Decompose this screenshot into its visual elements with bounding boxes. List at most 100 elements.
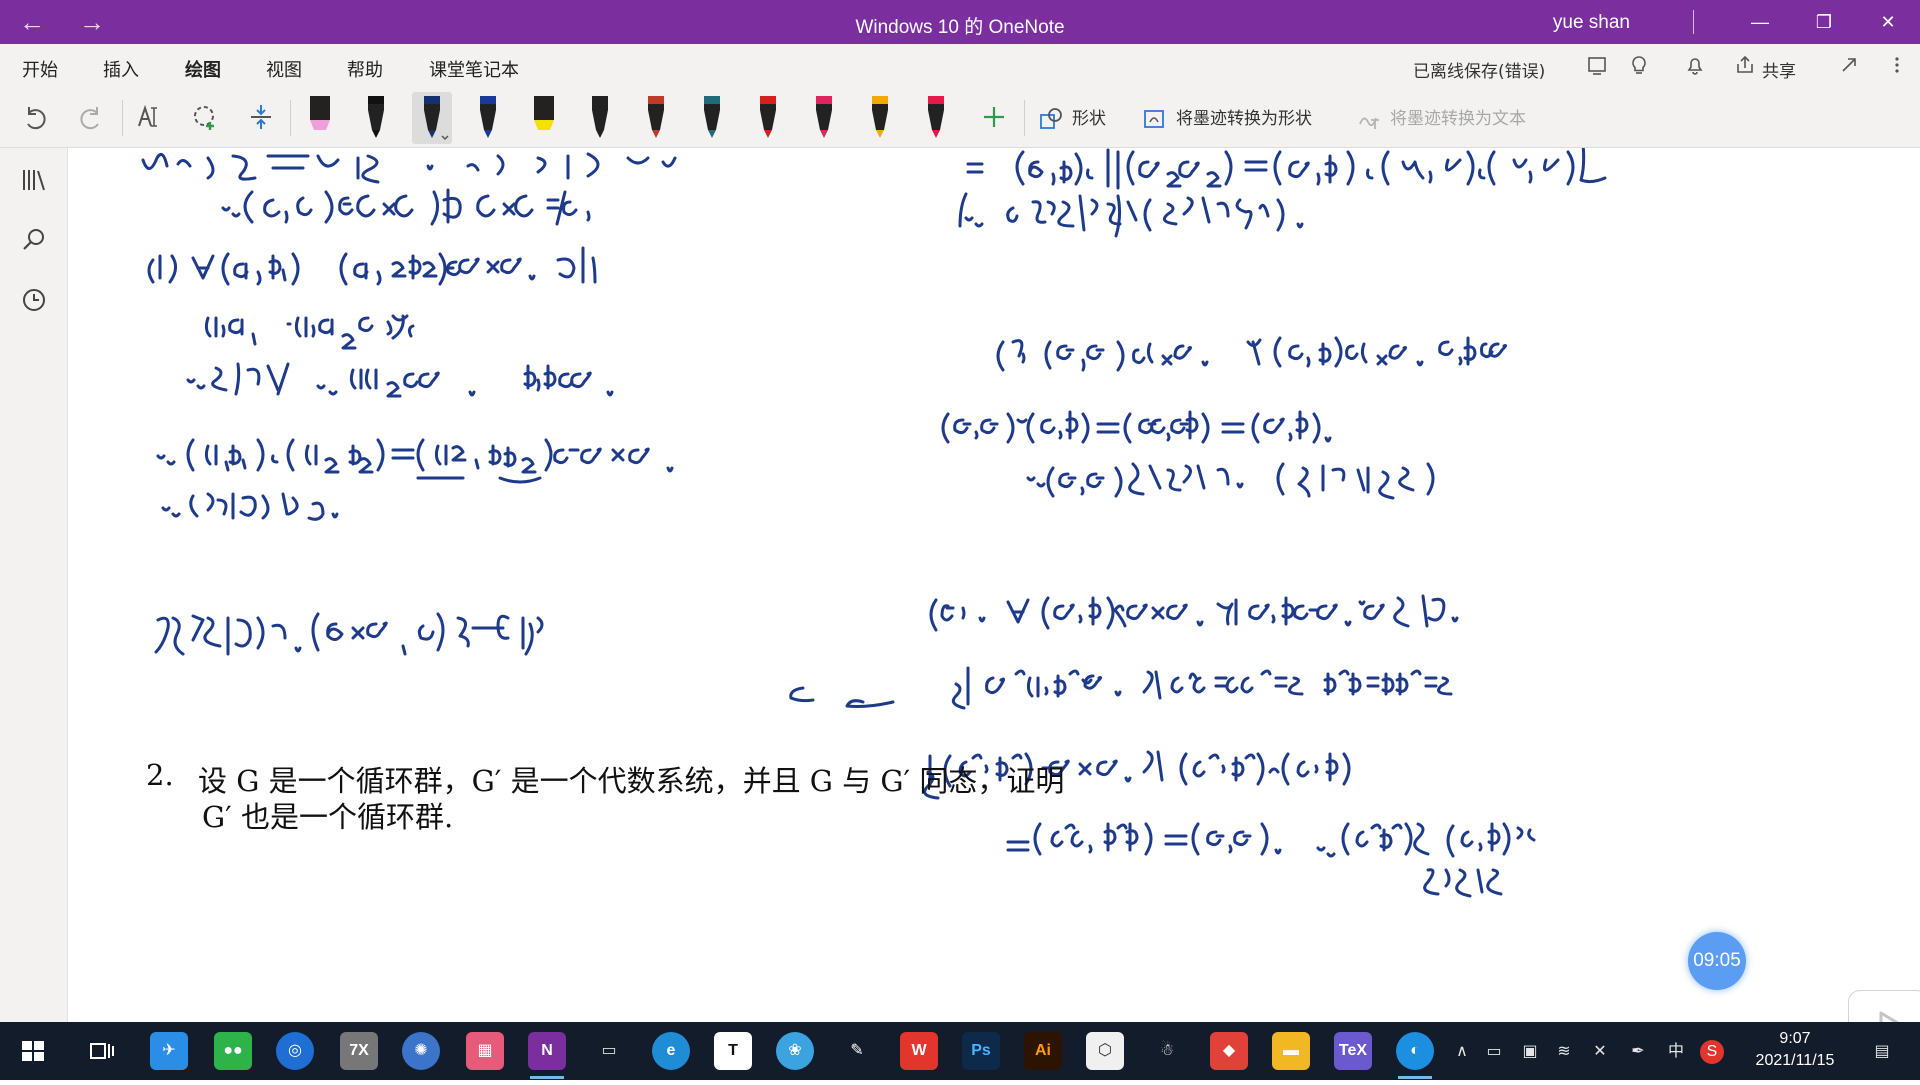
title-separator: [1693, 10, 1694, 34]
pen-icon[interactable]: [412, 92, 452, 144]
fullscreen-icon[interactable]: [1584, 54, 1610, 80]
tray-device-icon[interactable]: ▭: [1482, 1040, 1506, 1064]
windows-taskbar: ✈ ●● ◎ 7X ✺ ▦ N ▭ e T ❀ ✎ W Ps Ai ⬡ ☃ ◆ …: [0, 1022, 1920, 1080]
tab-class-notebook[interactable]: 课堂笔记本: [429, 56, 519, 82]
pen-icon[interactable]: [636, 92, 676, 144]
task-view-icon[interactable]: [82, 1032, 120, 1070]
tab-home[interactable]: 开始: [22, 56, 58, 82]
back-arrow-icon[interactable]: ←: [10, 8, 54, 38]
app-icon[interactable]: ✎: [838, 1032, 876, 1070]
share-icon[interactable]: [1732, 54, 1758, 80]
toolbar-divider: [1024, 100, 1025, 136]
shapes-label: 形状: [1072, 109, 1106, 129]
tab-draw[interactable]: 绘图: [185, 56, 221, 92]
forward-arrow-icon[interactable]: →: [70, 8, 114, 38]
app-icon[interactable]: ✺: [402, 1032, 440, 1070]
notebooks-icon[interactable]: [18, 164, 50, 196]
ink-to-shape-label: 将墨迹转换为形状: [1176, 109, 1312, 129]
qq-app-icon[interactable]: ☃: [1148, 1032, 1186, 1070]
tray-chevron-icon[interactable]: ∧: [1450, 1040, 1474, 1064]
wifi-icon[interactable]: ≋: [1552, 1040, 1576, 1064]
edge-app-icon[interactable]: e: [652, 1032, 690, 1070]
lightbulb-icon[interactable]: [1626, 54, 1652, 80]
wechat-app-icon[interactable]: ●●: [214, 1032, 252, 1070]
browser-app-icon[interactable]: ◎: [276, 1032, 314, 1070]
highlighter-icon[interactable]: [524, 92, 564, 144]
pen-icon[interactable]: ✒: [1626, 1040, 1650, 1064]
expand-icon[interactable]: [1836, 54, 1862, 80]
pencil-icon[interactable]: [580, 92, 620, 144]
title-bar: ← → Windows 10 的 OneNote yue shan — ❐ ✕: [0, 0, 1920, 44]
tex-app-icon[interactable]: TeX: [1334, 1032, 1372, 1070]
handwritten-ink: [141, 148, 1607, 898]
bell-icon[interactable]: [1682, 54, 1708, 80]
pen-icon[interactable]: [916, 92, 956, 144]
add-pen-icon[interactable]: [977, 102, 1011, 136]
pen-icon[interactable]: [748, 92, 788, 144]
undo-icon[interactable]: [18, 102, 52, 136]
video-timer-badge[interactable]: 09:05: [1688, 932, 1746, 990]
pen-icon[interactable]: [468, 92, 508, 144]
recent-notes-icon[interactable]: [18, 284, 50, 316]
user-name[interactable]: yue shan: [1553, 12, 1630, 34]
problem-line-2: G′ 也是一个循环群.: [202, 800, 454, 834]
note-canvas[interactable]: 2. 设 G 是一个循环群，G′ 是一个代数系统，并且 G 与 G′ 同态，证明…: [68, 148, 1920, 1022]
clock-date: 2021/11/15: [1755, 1052, 1835, 1069]
app-icon[interactable]: ⬡: [1086, 1032, 1124, 1070]
play-icon: [1879, 1011, 1899, 1022]
ink-to-text-label: 将墨迹转换为文本: [1390, 109, 1526, 129]
toolbar-divider: [290, 100, 291, 136]
onenote-app-icon[interactable]: N: [528, 1032, 566, 1079]
pen-icon[interactable]: [860, 92, 900, 144]
app-icon[interactable]: ◆: [1210, 1032, 1248, 1070]
feishu-app-icon[interactable]: ✈: [150, 1032, 188, 1070]
volume-muted-icon[interactable]: ✕: [1588, 1040, 1612, 1064]
ribbon-tabs: 开始 插入 绘图 视图 帮助 课堂笔记本 已离线保存(错误) 共享: [0, 44, 1920, 92]
insert-space-icon[interactable]: [244, 102, 278, 136]
lasso-select-icon[interactable]: [188, 102, 222, 136]
sogou-icon[interactable]: S: [1700, 1040, 1724, 1064]
tab-insert[interactable]: 插入: [103, 56, 139, 82]
redo-icon[interactable]: [74, 102, 108, 136]
more-options-icon[interactable]: [1884, 54, 1910, 80]
pen-icon[interactable]: [692, 92, 732, 144]
tab-help[interactable]: 帮助: [347, 56, 383, 82]
ink-to-shape-button[interactable]: 将墨迹转换为形状: [1142, 104, 1312, 134]
typora-app-icon[interactable]: T: [714, 1032, 752, 1070]
pen-icon[interactable]: [356, 92, 396, 144]
search-app-icon[interactable]: ◐: [1396, 1032, 1434, 1079]
type-select-icon[interactable]: [132, 102, 166, 136]
shapes-button[interactable]: 形状: [1038, 104, 1106, 134]
pen-icon[interactable]: [804, 92, 844, 144]
monitor-app-icon[interactable]: ▭: [590, 1032, 628, 1070]
highlighter-icon[interactable]: [300, 92, 340, 144]
ink-to-text-button[interactable]: 将墨迹转换为文本: [1356, 104, 1526, 134]
restore-button[interactable]: ❐: [1792, 0, 1856, 44]
minimize-button[interactable]: —: [1728, 0, 1792, 44]
media-app-icon[interactable]: ▦: [466, 1032, 504, 1070]
start-icon[interactable]: [14, 1032, 52, 1070]
toolbar-divider: [122, 100, 123, 136]
problem-number: 2.: [146, 758, 174, 792]
search-icon[interactable]: [18, 224, 50, 256]
tab-view[interactable]: 视图: [266, 56, 302, 82]
ink-to-shape-icon: [1142, 106, 1168, 132]
7x-app-icon[interactable]: 7X: [340, 1032, 378, 1070]
window-title: Windows 10 的 OneNote: [855, 17, 1065, 38]
file-explorer-icon[interactable]: ▬: [1272, 1032, 1310, 1070]
clock[interactable]: 9:07 2021/11/15: [1740, 1028, 1850, 1072]
ink-to-text-icon: [1356, 106, 1382, 132]
illustrator-app-icon[interactable]: Ai: [1024, 1032, 1062, 1070]
share-button[interactable]: 共享: [1762, 57, 1796, 82]
shapes-icon: [1038, 106, 1064, 132]
app-icon[interactable]: ❀: [776, 1032, 814, 1070]
navigation-rail: [0, 148, 68, 1022]
notification-icon[interactable]: ▤: [1870, 1040, 1894, 1064]
save-status[interactable]: 已离线保存(错误): [1413, 57, 1545, 82]
photoshop-app-icon[interactable]: Ps: [962, 1032, 1000, 1070]
wps-app-icon[interactable]: W: [900, 1032, 938, 1070]
tray-screen-icon[interactable]: ▣: [1518, 1040, 1542, 1064]
video-play-button[interactable]: [1848, 990, 1920, 1022]
close-button[interactable]: ✕: [1856, 0, 1920, 44]
ime-indicator[interactable]: 中: [1664, 1040, 1688, 1064]
